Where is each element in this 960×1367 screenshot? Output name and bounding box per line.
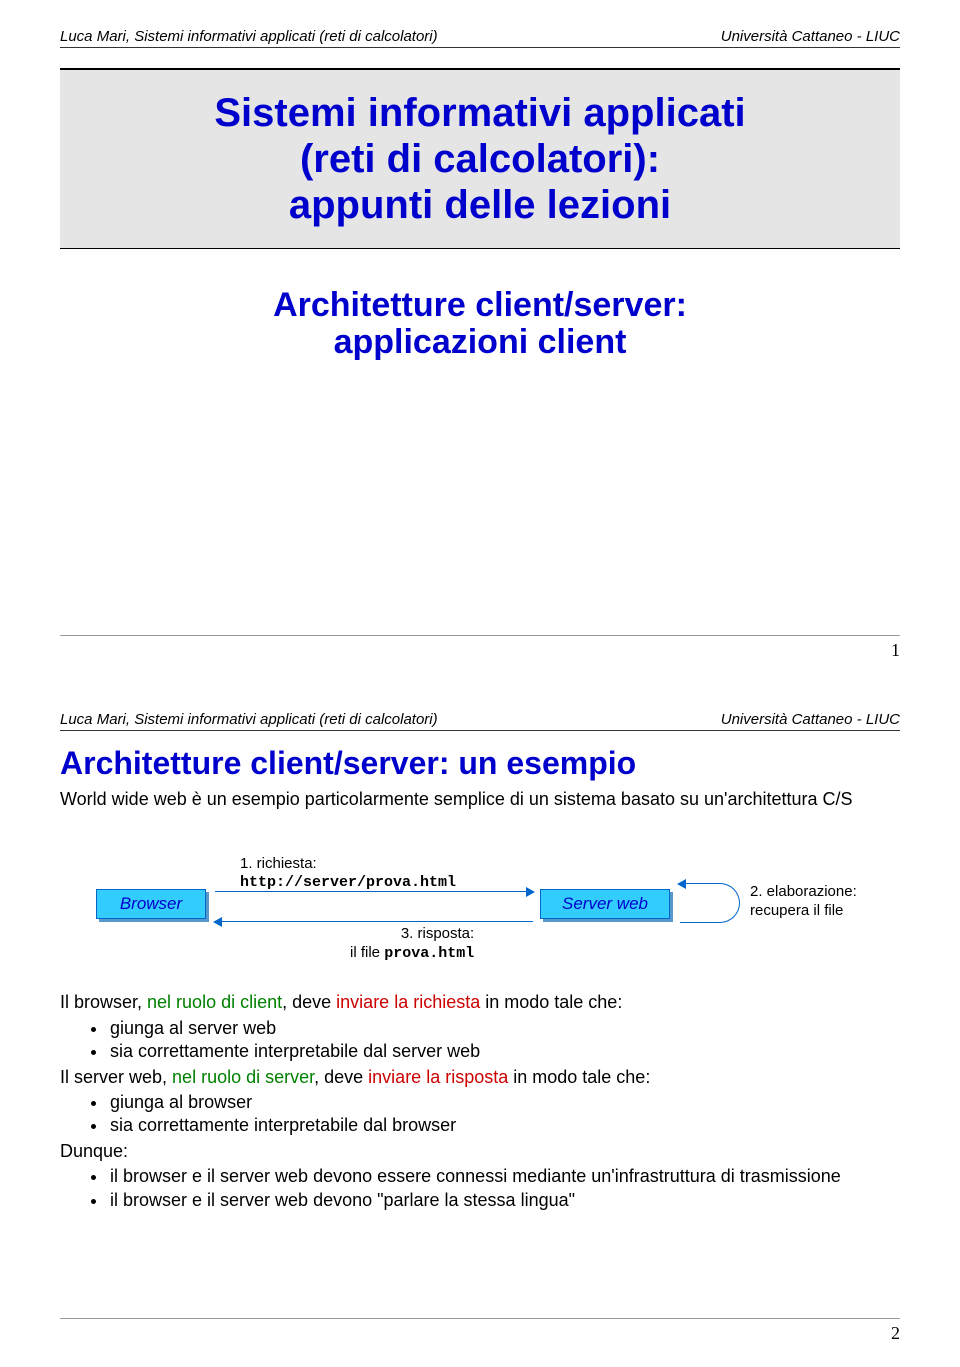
- title-line2: (reti di calcolatori):: [90, 136, 870, 182]
- list-item: il browser e il server web devono essere…: [108, 1165, 900, 1188]
- response-arrow-icon: [215, 921, 533, 922]
- t: in modo tale che:: [508, 1067, 650, 1087]
- req-url: http://server/prova.html: [240, 874, 456, 893]
- dunque-label: Dunque:: [60, 1140, 900, 1163]
- response-label: 3. risposta: il file prova.html: [350, 925, 474, 964]
- client-role: nel ruolo di client: [147, 992, 282, 1012]
- dunque-list: il browser e il server web devono essere…: [108, 1165, 900, 1212]
- server-list: giunga al browser sia correttamente inte…: [108, 1091, 900, 1138]
- res-file: prova.html: [384, 945, 474, 962]
- t: in modo tale che:: [480, 992, 622, 1012]
- title-line3: appunti delle lezioni: [90, 182, 870, 228]
- slide-header: Luca Mari, Sistemi informativi applicati…: [60, 683, 900, 731]
- list-item: giunga al browser: [108, 1091, 900, 1114]
- list-item: sia correttamente interpretabile dal ser…: [108, 1040, 900, 1063]
- subtitle-line2: applicazioni client: [60, 324, 900, 361]
- res-line1: 3. risposta:: [350, 925, 474, 944]
- elab-line2: recupera il file: [750, 902, 857, 921]
- body-text: Il browser, nel ruolo di client, deve in…: [60, 991, 900, 1212]
- t: , deve: [282, 992, 336, 1012]
- slide-header: Luca Mari, Sistemi informativi applicati…: [60, 0, 900, 48]
- title-block: Sistemi informativi applicati (reti di c…: [60, 68, 900, 249]
- server-role: nel ruolo di server: [172, 1067, 314, 1087]
- request-label: 1. richiesta: http://server/prova.html: [240, 855, 456, 893]
- page-number: 2: [891, 1323, 900, 1343]
- cs-diagram: Browser Server web 1. richiesta: http://…: [60, 841, 900, 981]
- t: Il browser,: [60, 992, 147, 1012]
- list-item: il browser e il server web devono "parla…: [108, 1189, 900, 1212]
- send-request: inviare la richiesta: [336, 992, 480, 1012]
- slide-2: Luca Mari, Sistemi informativi applicati…: [0, 683, 960, 1366]
- header-right: Università Cattaneo - LIUC: [721, 711, 900, 728]
- t: , deve: [314, 1067, 368, 1087]
- slide-footer: 2: [60, 1318, 900, 1344]
- loop-arrow-icon: [680, 883, 740, 923]
- slide-heading: Architetture client/server: un esempio: [60, 745, 900, 782]
- t: Il server web,: [60, 1067, 172, 1087]
- elab-line1: 2. elaborazione:: [750, 883, 857, 902]
- browser-box: Browser: [96, 889, 206, 919]
- header-right: Università Cattaneo - LIUC: [721, 28, 900, 45]
- req-line1: 1. richiesta:: [240, 855, 456, 874]
- slide-1: Luca Mari, Sistemi informativi applicati…: [0, 0, 960, 683]
- server-sentence: Il server web, nel ruolo di server, deve…: [60, 1066, 900, 1089]
- subtitle-line1: Architetture client/server:: [60, 287, 900, 324]
- slide-footer: 1: [60, 635, 900, 661]
- client-list: giunga al server web sia correttamente i…: [108, 1017, 900, 1064]
- page-number: 1: [891, 640, 900, 660]
- res-file-prefix: il file: [350, 944, 384, 961]
- subtitle: Architetture client/server: applicazioni…: [60, 287, 900, 362]
- send-response: inviare la risposta: [368, 1067, 508, 1087]
- header-left: Luca Mari, Sistemi informativi applicati…: [60, 28, 438, 45]
- list-item: giunga al server web: [108, 1017, 900, 1040]
- header-left: Luca Mari, Sistemi informativi applicati…: [60, 711, 438, 728]
- title-line1: Sistemi informativi applicati: [90, 90, 870, 136]
- list-item: sia correttamente interpretabile dal bro…: [108, 1114, 900, 1137]
- elaboration-label: 2. elaborazione: recupera il file: [750, 883, 857, 921]
- server-box: Server web: [540, 889, 670, 919]
- client-sentence: Il browser, nel ruolo di client, deve in…: [60, 991, 900, 1014]
- intro-text: World wide web è un esempio particolarme…: [60, 788, 900, 811]
